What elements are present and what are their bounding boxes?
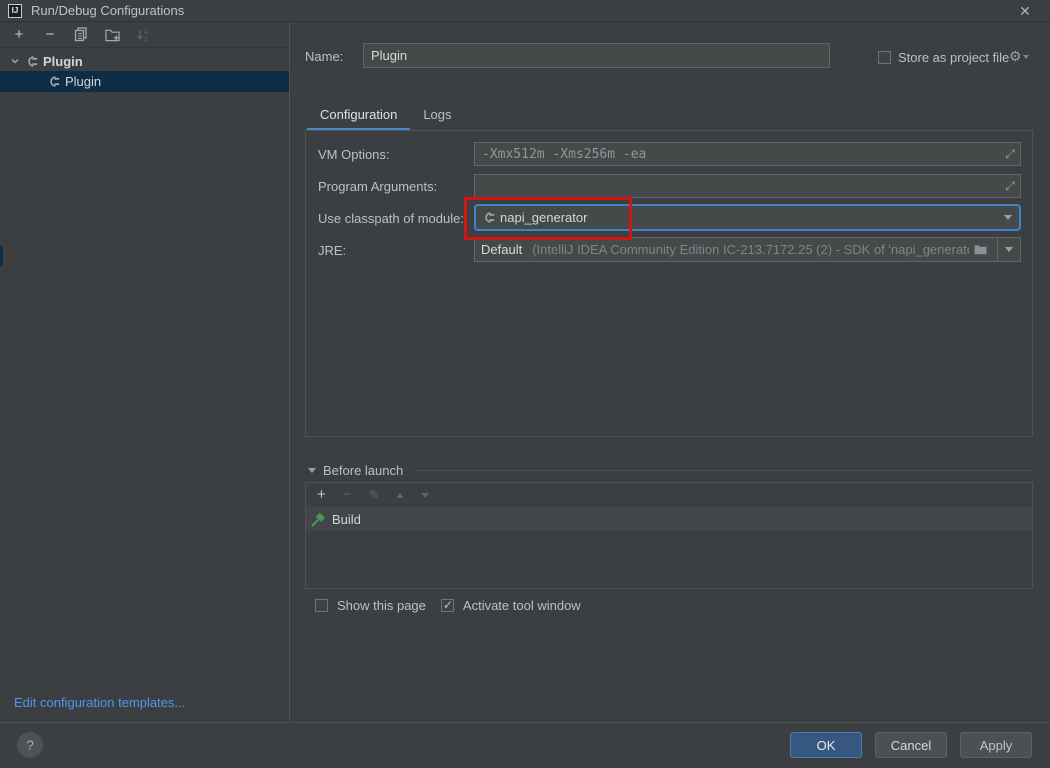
chevron-down-icon: [10, 56, 20, 66]
title-bar: IJ Run/Debug Configurations ✕: [0, 0, 1050, 22]
section-divider-line: [414, 470, 1033, 471]
program-arguments-input[interactable]: [475, 175, 1000, 197]
plugin-icon: [47, 75, 60, 88]
apply-button[interactable]: Apply: [960, 732, 1032, 758]
tree-item-plugin-selected[interactable]: Plugin: [0, 71, 289, 92]
module-classpath-combobox[interactable]: napi_generator: [474, 204, 1021, 231]
show-this-page-label[interactable]: Show this page: [337, 598, 426, 613]
plus-icon: +: [15, 28, 24, 42]
store-settings-gear-button[interactable]: ⚙: [1009, 48, 1029, 65]
jre-combo-value: Default (IntelliJ IDEA Community Edition…: [475, 242, 997, 257]
program-arguments-label: Program Arguments:: [318, 179, 437, 194]
add-task-button[interactable]: +: [317, 488, 326, 502]
store-as-project-file-label[interactable]: Store as project file: [898, 50, 1009, 65]
sort-az-icon: az: [136, 28, 150, 42]
move-up-button[interactable]: [396, 493, 404, 498]
sort-configurations-button[interactable]: az: [135, 27, 151, 43]
svg-text:z: z: [144, 35, 148, 42]
move-down-button[interactable]: [421, 493, 429, 498]
before-launch-header: Before launch: [305, 462, 1033, 478]
before-launch-task-build[interactable]: Build: [306, 507, 1032, 531]
activate-tool-window-checkbox[interactable]: [441, 599, 454, 612]
minus-icon: −: [46, 28, 55, 42]
module-combo-value: napi_generator: [476, 210, 1004, 225]
copy-icon: [74, 27, 88, 42]
new-folder-icon: [105, 28, 120, 42]
sidebar-toolbar: + − az: [0, 22, 289, 48]
vm-options-input[interactable]: [475, 143, 1000, 165]
name-field-wrap: [363, 43, 830, 68]
jre-value-primary: Default: [481, 242, 522, 257]
run-debug-configurations-dialog: IJ Run/Debug Configurations ✕ + − az Plu…: [0, 0, 1050, 768]
remove-configuration-button[interactable]: −: [42, 27, 58, 43]
tab-configuration[interactable]: Configuration: [307, 102, 410, 131]
question-mark-icon: ?: [26, 737, 34, 753]
jre-value-secondary: (IntelliJ IDEA Community Edition IC-213.…: [532, 242, 969, 257]
tree-group-label: Plugin: [43, 54, 83, 69]
add-configuration-button[interactable]: +: [11, 27, 27, 43]
build-hammer-icon: [311, 512, 326, 527]
combo-arrow-icon: [1004, 215, 1012, 220]
gear-icon: ⚙: [1009, 48, 1022, 64]
page-options-row: Show this page Activate tool window: [315, 598, 581, 613]
copy-configuration-button[interactable]: [73, 27, 89, 43]
edit-configuration-templates-link[interactable]: Edit configuration templates...: [14, 695, 185, 710]
dialog-footer: ? OK Cancel Apply: [0, 722, 1050, 768]
footer-buttons: OK Cancel Apply: [790, 732, 1032, 758]
configuration-editor: Name: Store as project file ⚙ Configurat…: [291, 22, 1050, 722]
tree-item-label: Plugin: [65, 74, 101, 89]
configuration-tabs: Configuration Logs: [307, 102, 465, 131]
gear-dropdown-arrow-icon: [1023, 55, 1029, 59]
program-arguments-field-wrap: ⤢: [474, 174, 1021, 198]
edit-task-button[interactable]: ✎: [369, 488, 380, 502]
plugin-icon: [25, 55, 38, 68]
window-title: Run/Debug Configurations: [31, 3, 184, 18]
store-as-project-file-checkbox[interactable]: [878, 51, 891, 64]
new-folder-button[interactable]: [104, 27, 120, 43]
close-icon[interactable]: ✕: [1016, 2, 1034, 20]
help-button[interactable]: ?: [17, 732, 43, 758]
left-edge-marker: [0, 246, 3, 266]
ok-button[interactable]: OK: [790, 732, 862, 758]
intellij-logo-icon: IJ: [8, 4, 22, 18]
use-classpath-of-module-label: Use classpath of module:: [318, 211, 464, 226]
plugin-icon: [482, 211, 495, 224]
configuration-panel: VM Options: ⤢ Program Arguments: ⤢ Use c…: [305, 130, 1033, 437]
vm-options-field-wrap: ⤢: [474, 142, 1021, 166]
name-input[interactable]: [364, 44, 829, 67]
remove-task-button[interactable]: −: [343, 488, 352, 502]
module-name-text: napi_generator: [500, 210, 587, 225]
cancel-button[interactable]: Cancel: [875, 732, 947, 758]
expand-field-icon[interactable]: ⤢: [1000, 179, 1020, 194]
jre-dropdown-button[interactable]: [997, 238, 1020, 261]
expand-field-icon[interactable]: ⤢: [1000, 147, 1020, 162]
vm-options-label: VM Options:: [318, 147, 390, 162]
task-label: Build: [332, 512, 361, 527]
name-label: Name:: [305, 49, 343, 64]
activate-tool-window-label[interactable]: Activate tool window: [463, 598, 581, 613]
tab-logs[interactable]: Logs: [410, 102, 464, 131]
collapse-section-icon[interactable]: [308, 468, 316, 473]
combo-arrow-icon: [1005, 247, 1013, 252]
tree-group-plugin[interactable]: Plugin: [0, 51, 289, 71]
jre-label: JRE:: [318, 243, 346, 258]
configurations-sidebar: + − az Plugin Plugin Edit configuration …: [0, 22, 290, 722]
before-launch-title: Before launch: [323, 463, 403, 478]
jre-combobox[interactable]: Default (IntelliJ IDEA Community Edition…: [474, 237, 1021, 262]
before-launch-toolbar: + − ✎: [306, 483, 1032, 507]
before-launch-panel: + − ✎ Build: [305, 482, 1033, 589]
folder-icon: [974, 244, 987, 255]
show-this-page-checkbox[interactable]: [315, 599, 328, 612]
